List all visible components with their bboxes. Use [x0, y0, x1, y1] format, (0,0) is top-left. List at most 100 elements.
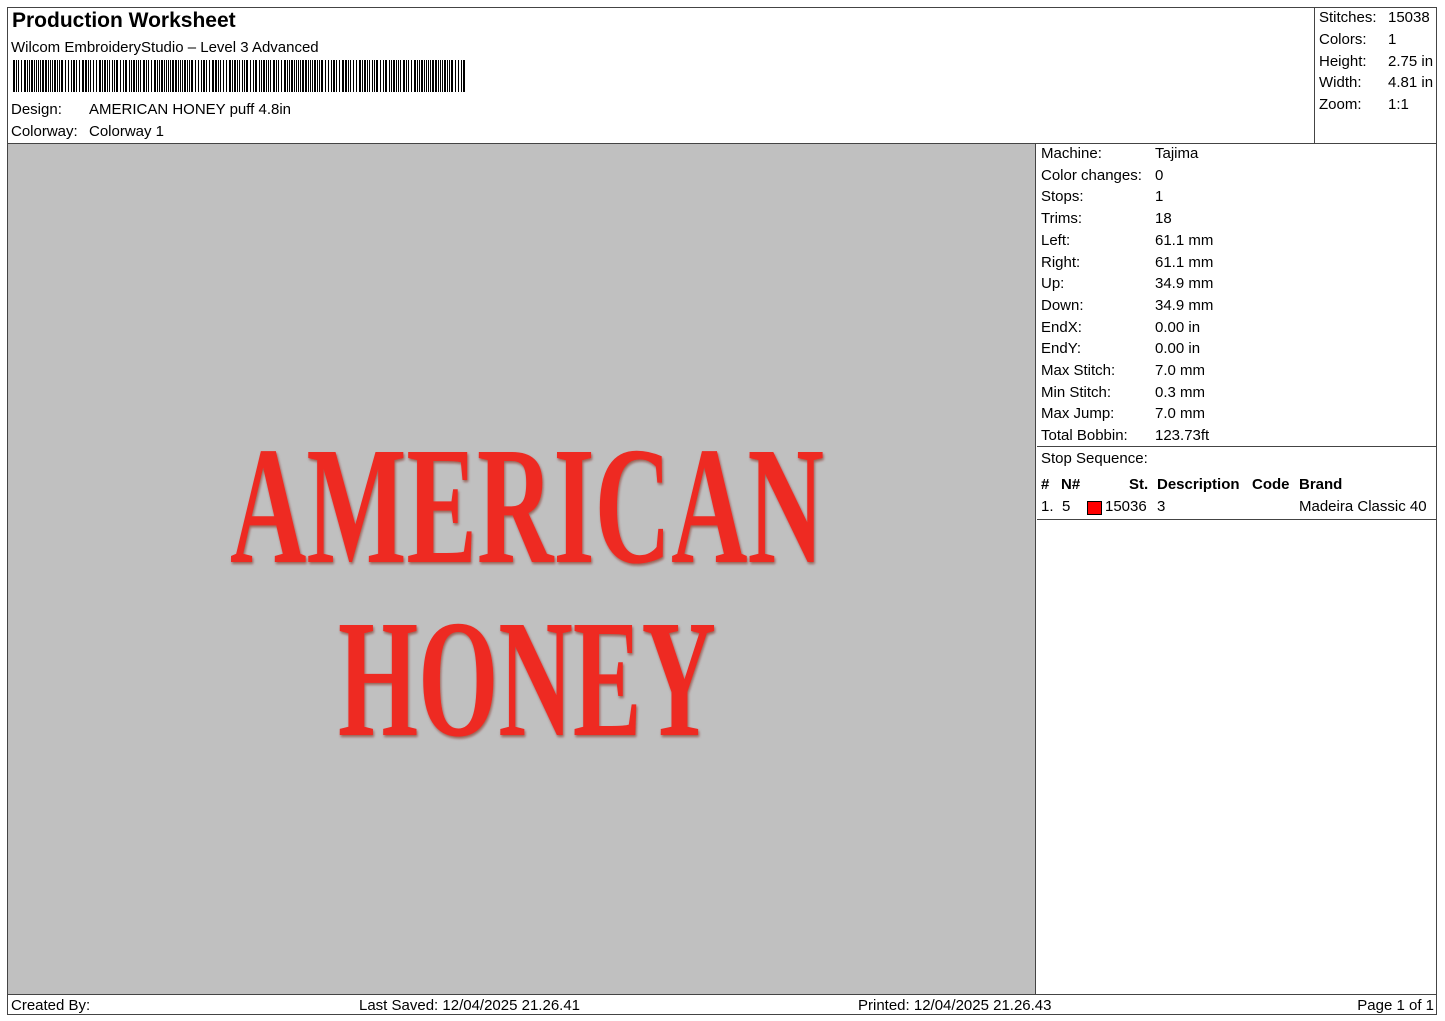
barcode-bar: [362, 60, 363, 92]
barcode-bar: [206, 60, 207, 92]
barcode-bar: [273, 60, 275, 92]
barcode-bar: [146, 60, 147, 92]
barcode-bar: [226, 60, 227, 92]
barcode-bar: [312, 60, 313, 92]
machine-info-value: 61.1 mm: [1155, 253, 1214, 271]
barcode-bar: [184, 60, 186, 92]
design-label: Design:: [11, 101, 62, 118]
barcode-bar: [350, 60, 351, 92]
barcode-bar: [48, 60, 49, 92]
barcode-bar: [263, 60, 265, 92]
barcode-bar: [13, 60, 15, 92]
row-stitches: 15036: [1105, 498, 1147, 515]
barcode-bar: [333, 60, 335, 92]
barcode-bar: [435, 60, 437, 92]
barcode-bar: [298, 60, 299, 92]
barcode-bar: [201, 60, 202, 92]
machine-info-row: EndX: 0.00 in: [1041, 319, 1200, 336]
machine-info-label: EndX:: [1041, 318, 1082, 336]
barcode-bar: [314, 60, 316, 92]
last-saved: Last Saved: 12/04/2025 21.26.41: [359, 997, 581, 1014]
barcode-bar: [451, 60, 453, 92]
barcode-bar: [203, 60, 205, 92]
barcode-bar: [42, 60, 44, 92]
barcode-bar: [426, 60, 427, 92]
barcode-bar: [21, 60, 22, 92]
machine-info-label: Down:: [1041, 296, 1084, 314]
machine-info-row: Max Jump: 7.0 mm: [1041, 405, 1205, 422]
barcode-bar: [54, 60, 56, 92]
barcode-bar: [90, 60, 91, 92]
barcode-bar: [396, 60, 397, 92]
barcode-bar: [414, 60, 416, 92]
machine-info-row: Machine: Tajima: [1041, 145, 1198, 162]
barcode-bar: [198, 60, 199, 92]
machine-info-value: 34.9 mm: [1155, 296, 1214, 314]
barcode-bar: [300, 60, 301, 92]
barcode-bar: [29, 60, 30, 92]
barcode-bar: [71, 60, 72, 92]
barcode-bar: [255, 60, 257, 92]
barcode-bar: [109, 60, 110, 92]
stat-zoom: Zoom: 1:1: [1319, 96, 1409, 113]
barcode-bar: [68, 60, 69, 92]
machine-info-value: 123.73ft: [1155, 427, 1210, 445]
barcode-bar: [328, 60, 329, 92]
design-name: AMERICAN HONEY puff 4.8in: [89, 101, 292, 118]
barcode-bar: [45, 60, 47, 92]
machine-info-value: Tajima: [1155, 145, 1199, 162]
barcode-bar: [317, 60, 318, 92]
barcode-bar: [372, 60, 373, 92]
barcode-bar: [172, 60, 174, 92]
barcode-bar: [356, 60, 357, 92]
panel-divider-2: [1037, 519, 1436, 520]
barcode-bar: [129, 60, 130, 92]
barcode-bar: [331, 60, 332, 92]
barcode-bar: [18, 60, 19, 92]
stats-box: Stitches: 15038 Colors: 1 Height: 2.75 in W…: [1314, 8, 1436, 143]
barcode-bar: [215, 60, 217, 92]
col-brand: Brand: [1299, 476, 1343, 493]
machine-info-label: Trims:: [1041, 210, 1083, 228]
barcode-bar: [270, 60, 271, 92]
barcode-bar: [389, 60, 390, 92]
machine-info-value: 61.1 mm: [1155, 231, 1214, 249]
barcode-bar: [296, 60, 297, 92]
barcode-bar: [455, 60, 456, 92]
barcode-bar: [278, 60, 279, 92]
machine-info-value: 18: [1155, 210, 1172, 228]
barcode-bar: [281, 60, 282, 92]
barcode-bar: [223, 60, 224, 92]
barcode-bar: [168, 60, 169, 92]
barcode-bar: [52, 60, 53, 92]
barcode-bar: [175, 60, 177, 92]
design-text-line1: AMERICAN: [230, 413, 824, 599]
barcode-bar: [310, 60, 311, 92]
barcode-bar: [107, 60, 108, 92]
barcode-bar: [136, 60, 137, 92]
barcode-bar: [76, 60, 77, 92]
row-number: 1.: [1041, 498, 1054, 515]
barcode-bar: [253, 60, 254, 92]
col-number: #: [1041, 476, 1050, 493]
barcode-bar: [342, 60, 344, 92]
barcode-bar: [408, 60, 409, 92]
barcode-bar: [400, 60, 401, 92]
barcode-bar: [294, 60, 295, 92]
machine-info-value: 0.00 in: [1155, 340, 1201, 358]
barcode-bar: [143, 60, 145, 92]
barcode-bar: [31, 60, 33, 92]
machine-info-label: Color changes:: [1041, 166, 1142, 184]
barcode-bar: [161, 60, 163, 92]
barcode-bar: [65, 60, 66, 92]
barcode-bar: [116, 60, 118, 92]
barcode-bar: [40, 60, 41, 92]
barcode-bar: [353, 60, 354, 92]
machine-info-label: Max Stitch:: [1041, 362, 1116, 379]
barcode-bar: [421, 60, 423, 92]
barcode-bar: [403, 60, 405, 92]
barcode-bar: [383, 60, 384, 92]
machine-info-row: Max Stitch: 7.0 mm: [1041, 362, 1205, 379]
barcode-bar: [164, 60, 165, 92]
barcode: [13, 60, 469, 92]
